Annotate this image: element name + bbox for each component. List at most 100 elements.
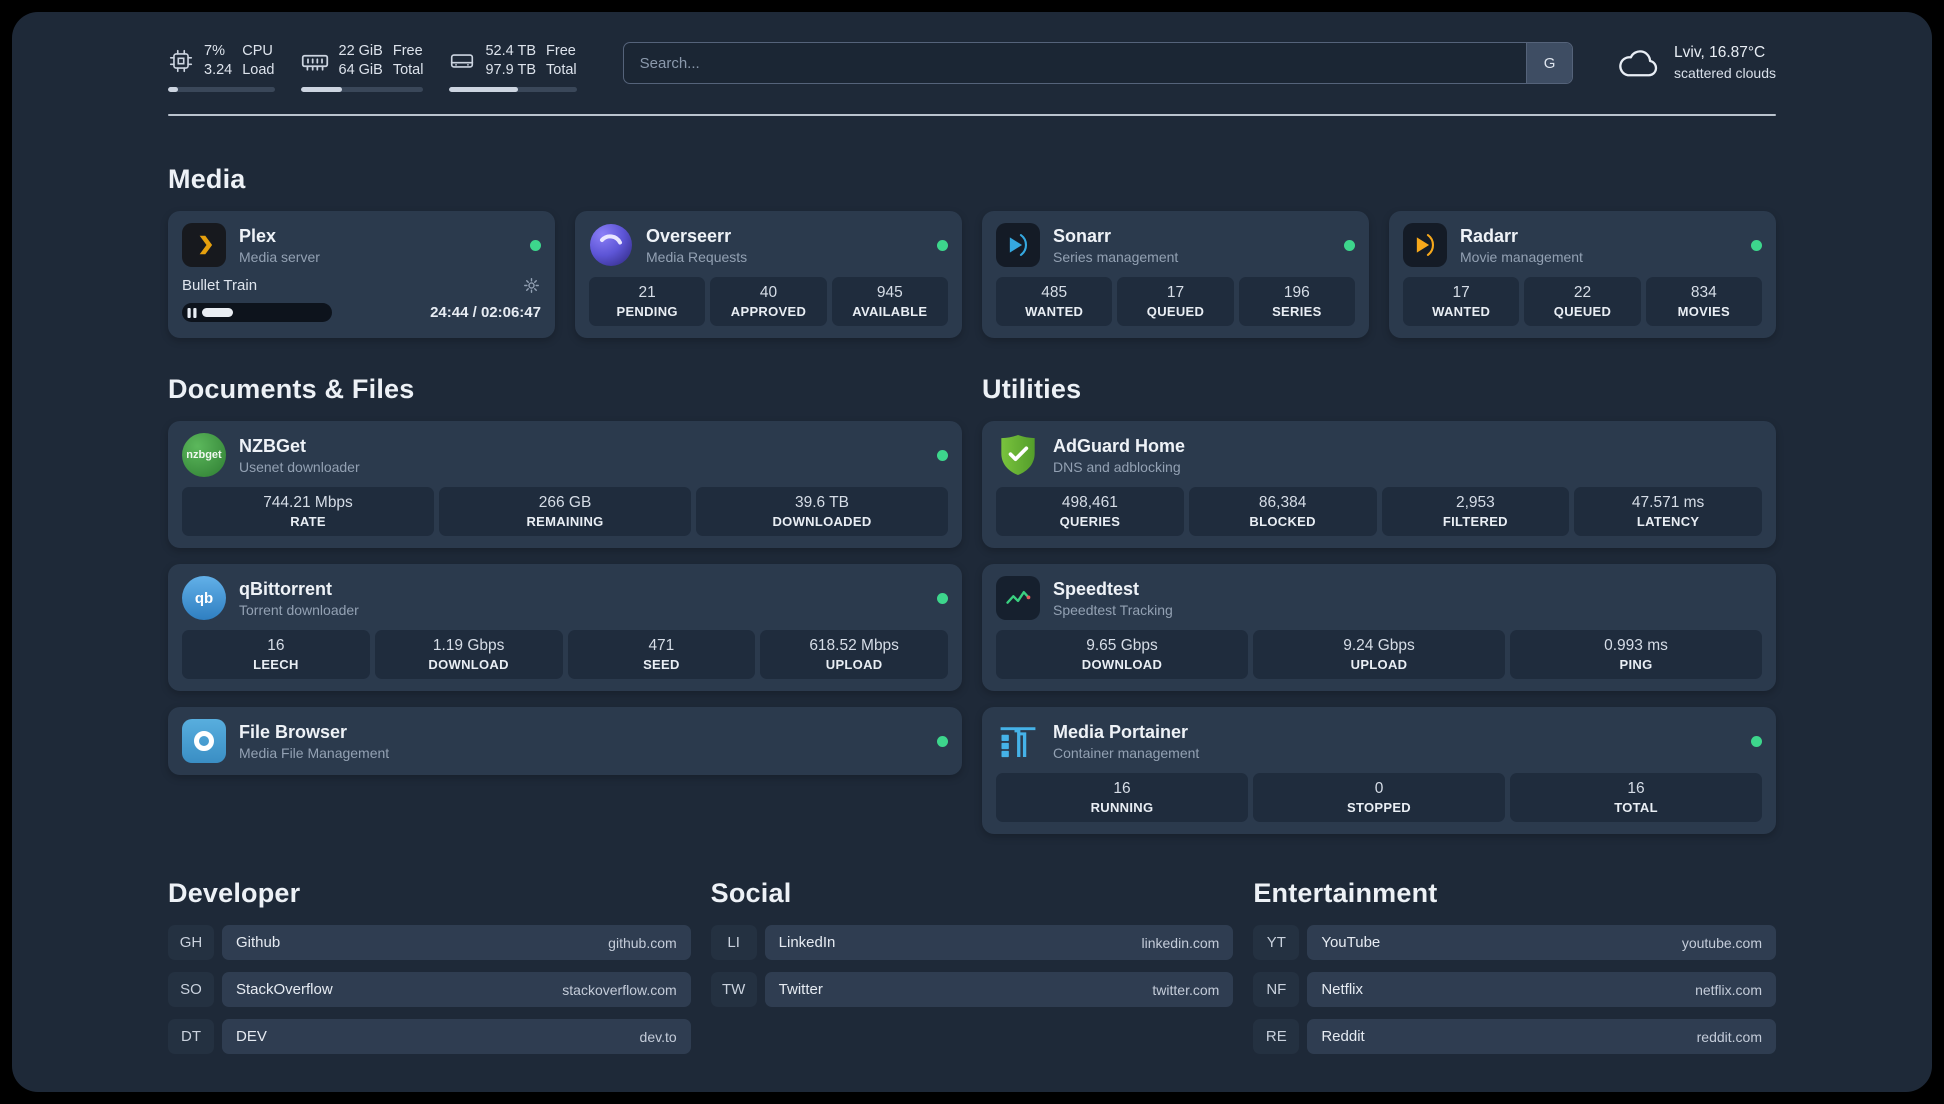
plex-now-playing: Bullet Train 24:44 / 02:06:47 bbox=[182, 276, 541, 322]
plex-card[interactable]: Plex Media server Bullet Train 24:44 / 0… bbox=[168, 211, 555, 338]
weather-condition: scattered clouds bbox=[1674, 65, 1776, 81]
section-title-social: Social bbox=[710, 878, 792, 908]
service-name: Sonarr bbox=[1053, 225, 1112, 246]
bookmarks-social: Social LI LinkedIn linkedin.com TW Twitt… bbox=[710, 878, 1234, 1007]
service-description: Movie management bbox=[1460, 248, 1583, 265]
cpu-values: 7% 3.24 bbox=[204, 42, 232, 80]
bookmark-abbr: YT bbox=[1253, 925, 1300, 960]
bookmark-name: Reddit bbox=[1321, 1028, 1365, 1045]
stat-upload: 618.52 Mbps UPLOAD bbox=[760, 630, 948, 679]
bookmark-url: dev.to bbox=[639, 1028, 677, 1045]
seek-progress bbox=[202, 308, 233, 317]
weather-widget: Lviv, 16.87°C scattered clouds bbox=[1615, 42, 1776, 84]
cpu-load-value: 3.24 bbox=[204, 62, 233, 78]
stat-approved: 40 APPROVED bbox=[710, 277, 827, 326]
playback-time: 24:44 / 02:06:47 bbox=[430, 304, 541, 321]
seek-bar[interactable] bbox=[182, 303, 332, 322]
disk-labels: Free Total bbox=[546, 43, 577, 78]
stat-latency: 47.571 ms LATENCY bbox=[1574, 487, 1762, 536]
service-name: Radarr bbox=[1460, 225, 1519, 246]
bookmark-youtube[interactable]: YT YouTube youtube.com bbox=[1253, 925, 1776, 960]
cpu-progress-bar bbox=[168, 87, 275, 92]
service-description: Media File Management bbox=[239, 744, 390, 761]
portainer-card[interactable]: Media Portainer Container management 16 … bbox=[982, 707, 1776, 834]
stat-ping: 0.993 ms PING bbox=[1510, 630, 1762, 679]
service-description: Usenet downloader bbox=[239, 458, 360, 475]
service-description: Torrent downloader bbox=[239, 601, 359, 618]
qbittorrent-card[interactable]: qb qBittorrent Torrent downloader 16 LEE… bbox=[168, 564, 962, 691]
bookmark-twitter[interactable]: TW Twitter twitter.com bbox=[710, 972, 1234, 1007]
weather-location: Lviv, 16.87°C bbox=[1674, 44, 1766, 61]
ram-labels: Free Total bbox=[392, 43, 424, 78]
search-input[interactable] bbox=[623, 43, 1527, 83]
topbar: 7% 3.24 CPU Load 22 GiB 64 GiB Free Tota… bbox=[168, 42, 1776, 92]
nzbget-icon: nzbget bbox=[182, 433, 226, 477]
bookmark-github[interactable]: GH Github github.com bbox=[168, 925, 691, 960]
filebrowser-card[interactable]: File Browser Media File Management bbox=[168, 707, 962, 775]
stat-movies: 834 MOVIES bbox=[1645, 277, 1762, 326]
pause-icon[interactable] bbox=[187, 307, 197, 319]
status-dot bbox=[937, 239, 948, 251]
bookmark-linkedin[interactable]: LI LinkedIn linkedin.com bbox=[710, 925, 1234, 960]
disk-usage-widget: 52.4 TB 97.9 TB Free Total bbox=[449, 42, 577, 92]
system-stats: 7% 3.24 CPU Load 22 GiB 64 GiB Free Tota… bbox=[168, 42, 577, 92]
bookmark-abbr: DT bbox=[168, 1019, 214, 1054]
bookmark-abbr: SO bbox=[168, 972, 214, 1007]
bookmark-name: Twitter bbox=[778, 981, 823, 998]
bookmark-name: Netflix bbox=[1321, 981, 1364, 998]
utilities-column: Utilities AdGuard Home DNS and adblockin… bbox=[982, 338, 1776, 834]
status-dot bbox=[937, 449, 948, 461]
now-playing-title: Bullet Train bbox=[182, 277, 258, 294]
stat-stopped: 0 STOPPED bbox=[1253, 773, 1505, 822]
adguard-card[interactable]: AdGuard Home DNS and adblocking 498,461 … bbox=[982, 421, 1776, 548]
stat-running: 16 RUNNING bbox=[996, 773, 1248, 822]
gear-icon[interactable] bbox=[522, 276, 541, 295]
nzbget-card[interactable]: nzbget NZBGet Usenet downloader 744.21 M… bbox=[168, 421, 962, 548]
service-name: File Browser bbox=[239, 721, 348, 742]
bookmark-name: Github bbox=[236, 934, 281, 951]
search-engine-button[interactable]: G bbox=[1526, 43, 1573, 83]
service-description: DNS and adblocking bbox=[1053, 458, 1181, 475]
speedtest-icon bbox=[996, 576, 1040, 620]
stat-leech: 16 LEECH bbox=[182, 630, 370, 679]
stat-queued: 17 QUEUED bbox=[1117, 277, 1234, 326]
bookmarks-entertainment: Entertainment YT YouTube youtube.com NF … bbox=[1253, 878, 1776, 1054]
section-title-documents: Documents & Files bbox=[168, 374, 415, 404]
bookmark-stackoverflow[interactable]: SO StackOverflow stackoverflow.com bbox=[168, 972, 691, 1007]
documents-column: Documents & Files nzbget NZBGet Usenet d… bbox=[168, 338, 962, 775]
bookmark-abbr: GH bbox=[168, 925, 214, 960]
service-name: Plex bbox=[239, 225, 277, 246]
stat-available: 945 AVAILABLE bbox=[831, 277, 948, 326]
stat-wanted: 485 WANTED bbox=[996, 277, 1113, 326]
status-dot bbox=[937, 735, 948, 747]
service-description: Media server bbox=[239, 248, 320, 265]
speedtest-card[interactable]: Speedtest Speedtest Tracking 9.65 Gbps D… bbox=[982, 564, 1776, 691]
service-name: qBittorrent bbox=[239, 578, 332, 599]
bookmark-url: github.com bbox=[608, 934, 677, 951]
stat-pending: 21 PENDING bbox=[589, 277, 706, 326]
cpu-percent: 7% bbox=[204, 43, 225, 59]
bookmark-url: linkedin.com bbox=[1141, 934, 1220, 951]
stat-filtered: 2,953 FILTERED bbox=[1381, 487, 1570, 536]
disk-values: 52.4 TB 97.9 TB bbox=[485, 43, 537, 78]
bookmark-netflix[interactable]: NF Netflix netflix.com bbox=[1253, 972, 1776, 1007]
stat-series: 196 SERIES bbox=[1238, 277, 1355, 326]
disk-progress-bar bbox=[449, 87, 577, 92]
stat-seed: 471 SEED bbox=[567, 630, 756, 679]
bookmarks-developer: Developer GH Github github.com SO StackO… bbox=[168, 878, 691, 1054]
dashboard-panel: 7% 3.24 CPU Load 22 GiB 64 GiB Free Tota… bbox=[12, 12, 1932, 1092]
sonarr-card[interactable]: Sonarr Series management 485 WANTED 17 Q… bbox=[982, 211, 1369, 338]
ram-usage-widget: 22 GiB 64 GiB Free Total bbox=[300, 42, 424, 92]
stat-queries: 498,461 QUERIES bbox=[996, 487, 1184, 536]
radarr-icon bbox=[1403, 223, 1447, 267]
disk-icon bbox=[449, 48, 475, 74]
radarr-card[interactable]: Radarr Movie management 17 WANTED 22 QUE… bbox=[1389, 211, 1776, 338]
overseerr-card[interactable]: Overseerr Media Requests 21 PENDING 40 A… bbox=[575, 211, 962, 338]
bookmark-dev[interactable]: DT DEV dev.to bbox=[168, 1019, 691, 1054]
stat-remaining: 266 GB REMAINING bbox=[439, 487, 691, 536]
bookmark-reddit[interactable]: RE Reddit reddit.com bbox=[1253, 1019, 1776, 1054]
stat-download: 9.65 Gbps DOWNLOAD bbox=[996, 630, 1248, 679]
bookmark-name: YouTube bbox=[1321, 934, 1381, 951]
service-description: Series management bbox=[1053, 248, 1179, 265]
bookmark-url: twitter.com bbox=[1152, 981, 1220, 998]
